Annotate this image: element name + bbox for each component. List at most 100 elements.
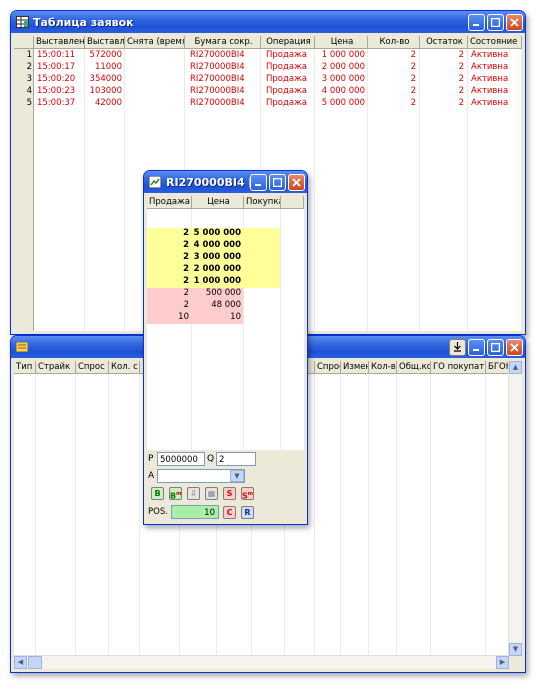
maximize-button[interactable] — [269, 173, 286, 191]
scroll-up-arrow[interactable]: ▲ — [509, 361, 522, 374]
horizontal-scrollbar[interactable]: ◀ ▶ — [14, 655, 509, 669]
bid-price[interactable]: 500 000 — [192, 288, 241, 299]
column-header[interactable]: Страйк — [36, 361, 76, 374]
column-header[interactable]: Тип — [14, 361, 36, 374]
order-entry-panel: P 5000000 Q 2 A ▼ B Bm ⇩ ▦ S Sm POS. 10 … — [147, 451, 304, 521]
column-header[interactable]: Остаток — [420, 36, 468, 49]
table-cell: Продажа — [266, 86, 307, 96]
ask-price[interactable]: 3 000 000 — [192, 252, 241, 263]
column-header[interactable]: Выставлена — [85, 36, 125, 49]
table-cell: 15:00:11 — [37, 50, 76, 60]
sell-market-button[interactable]: Sm — [241, 487, 254, 501]
table-row[interactable]: 3 15:00:20 354000 RI270000BI4 Продажа 3 000 0… — [14, 73, 522, 85]
bid-price[interactable]: 48 000 — [192, 300, 241, 311]
book-titlebar[interactable]: RI270000BI4 [... — [144, 171, 307, 193]
table-cell: Активна — [471, 62, 509, 72]
grid-line — [108, 374, 109, 656]
ask-price[interactable]: 1 000 000 — [192, 276, 241, 287]
ask-price[interactable]: 5 000 000 — [192, 228, 241, 239]
minimize-button[interactable] — [468, 338, 485, 356]
close-button[interactable] — [506, 338, 523, 356]
ask-qty[interactable]: 2 — [147, 228, 189, 239]
close-button[interactable] — [506, 13, 523, 31]
table-row[interactable]: 4 15:00:23 103000 RI270000BI4 Продажа 4 000 0… — [14, 85, 522, 97]
column-header[interactable]: Операция — [261, 36, 315, 49]
table-row[interactable]: 2 15:00:17 11000 RI270000BI4 Продажа 2 000 00… — [14, 61, 522, 73]
bid-qty[interactable]: 2 — [147, 288, 189, 299]
qty-label: Q — [207, 454, 215, 464]
pin-button[interactable] — [449, 338, 466, 356]
column-header[interactable]: Общ.ко — [397, 361, 431, 374]
scroll-thumb[interactable] — [28, 656, 42, 669]
scroll-right-arrow[interactable]: ▶ — [496, 656, 509, 669]
column-header[interactable]: Бумага сокр. — [185, 36, 261, 49]
bid-qty[interactable]: 2 — [147, 300, 189, 311]
ask-price[interactable]: 4 000 000 — [192, 240, 241, 251]
table-cell: RI270000BI4 — [190, 62, 245, 72]
table-cell: RI270000BI4 — [190, 98, 245, 108]
ask-qty[interactable]: 2 — [147, 276, 189, 287]
table-icon — [15, 15, 29, 29]
table-row[interactable]: 5 15:00:37 42000 RI270000BI4 Продажа 5 000 00… — [14, 97, 522, 109]
close-button[interactable] — [288, 173, 305, 191]
column-header[interactable]: Кол-во — [369, 361, 397, 374]
column-header[interactable]: Кол. с — [109, 361, 140, 374]
minimize-button[interactable] — [468, 13, 485, 31]
buy-market-button[interactable]: Bm — [169, 487, 182, 501]
column-header[interactable]: Выставлена — [34, 36, 85, 49]
ask-qty[interactable]: 2 — [147, 264, 189, 275]
arrow-down-icon[interactable]: ⇩ — [187, 487, 200, 500]
chevron-down-icon[interactable]: ▼ — [230, 470, 244, 482]
stop-icon[interactable]: ▦ — [205, 487, 218, 500]
grid-line — [368, 374, 369, 656]
column-header[interactable]: Спрос — [315, 361, 341, 374]
ask-qty[interactable]: 2 — [147, 252, 189, 263]
column-header[interactable]: Спрос — [76, 361, 109, 374]
table-cell: Активна — [471, 74, 509, 84]
reverse-button[interactable]: R — [241, 506, 254, 519]
column-header[interactable]: Снята (время) — [125, 36, 185, 49]
table-cell — [126, 49, 182, 61]
table-cell: 3 — [26, 74, 32, 84]
grid-line — [314, 374, 315, 656]
column-header[interactable]: Покупка — [244, 196, 281, 209]
table-cell: Продажа — [266, 50, 307, 60]
column-header[interactable]: Измен — [341, 361, 369, 374]
cancel-orders-button[interactable]: C — [223, 506, 236, 519]
table-cell: 2 — [458, 86, 464, 96]
size-grip[interactable] — [509, 656, 522, 669]
ask-price[interactable]: 2 000 000 — [192, 264, 241, 275]
price-input[interactable]: 5000000 — [157, 452, 205, 466]
minimize-button[interactable] — [250, 173, 267, 191]
scroll-down-arrow[interactable]: ▼ — [509, 643, 522, 656]
account-label: A — [148, 471, 155, 481]
vertical-scrollbar[interactable]: ▲ ▼ — [508, 361, 522, 656]
table-cell: 1 000 000 — [321, 50, 365, 60]
buy-button[interactable]: B — [151, 487, 164, 500]
table-cell: RI270000BI4 — [190, 74, 245, 84]
maximize-button[interactable] — [487, 338, 504, 356]
scroll-left-arrow[interactable]: ◀ — [14, 656, 27, 669]
table-cell: 5 000 000 — [321, 98, 365, 108]
column-header[interactable]: ГО покупат — [431, 361, 486, 374]
table-cell: 5 — [26, 98, 32, 108]
column-header[interactable]: Продажа — [147, 196, 192, 209]
price-label: P — [148, 454, 154, 464]
order-book-table: Продажа Цена Покупка 25 000 000 2 4 000 00… — [147, 196, 304, 450]
qty-input[interactable]: 2 — [216, 452, 256, 466]
maximize-button[interactable] — [487, 13, 504, 31]
column-header[interactable]: Кол-во — [368, 36, 420, 49]
column-header[interactable]: Цена — [192, 196, 244, 209]
column-header[interactable]: Состояние — [468, 36, 522, 49]
table-cell: Активна — [471, 50, 509, 60]
table-row[interactable]: 1 15:00:11 572000 RI270000BI4 Продажа 1 000 0… — [14, 49, 522, 61]
sell-button[interactable]: S — [223, 487, 236, 500]
column-header — [281, 196, 304, 209]
orders-titlebar[interactable]: Таблица заявок — [11, 11, 525, 33]
bid-price[interactable]: 10 — [192, 312, 241, 323]
column-header[interactable]: Цена — [315, 36, 368, 49]
menu-icon[interactable] — [15, 340, 29, 354]
book-title: RI270000BI4 [... — [166, 175, 250, 189]
bid-qty[interactable]: 10 — [147, 312, 189, 323]
ask-qty[interactable]: 2 — [147, 240, 189, 251]
